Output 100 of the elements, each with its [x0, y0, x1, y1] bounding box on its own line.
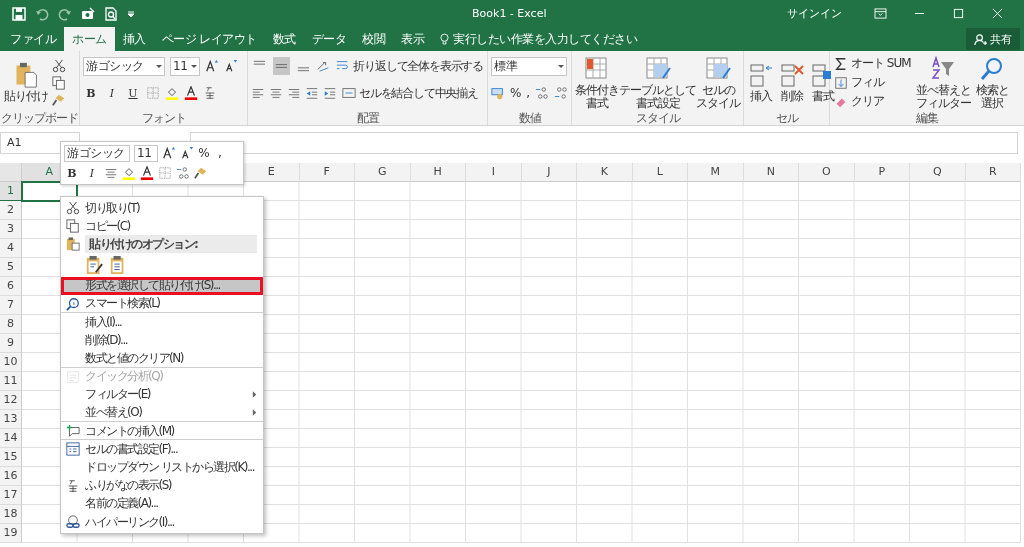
font-size-dropdown[interactable]: 11 — [134, 144, 158, 162]
align-right-icon[interactable] — [287, 86, 301, 100]
row-header[interactable]: 12 — [0, 391, 22, 410]
menu-item[interactable]: セルの書式設定(F)... — [85, 440, 257, 458]
comma-button[interactable]: , — [525, 86, 530, 100]
percent-button[interactable]: % — [510, 86, 521, 100]
increase-indent-icon[interactable] — [323, 86, 337, 100]
ribbon-tab[interactable]: 表示 — [393, 27, 433, 51]
row-header[interactable]: 13 — [0, 410, 22, 429]
row-header[interactable]: 4 — [0, 239, 22, 258]
font-style-button[interactable]: I — [104, 86, 120, 100]
ribbon-tab[interactable]: データ — [303, 27, 355, 51]
menu-item[interactable]: ふりがなの表示(S) — [85, 477, 257, 495]
menu-item[interactable]: コピー(C) — [85, 217, 257, 235]
column-header[interactable]: F — [299, 163, 355, 182]
redo-icon[interactable] — [58, 6, 72, 21]
column-header[interactable]: L — [632, 163, 688, 182]
orientation-icon[interactable] — [316, 59, 331, 73]
font-style-button[interactable]: U — [125, 86, 141, 100]
shrink-font-icon[interactable] — [180, 146, 194, 160]
ribbon-display-icon[interactable] — [874, 8, 887, 19]
menu-item[interactable]: 挿入(I)... — [85, 313, 257, 331]
font-name-dropdown[interactable]: 游ゴシック — [83, 56, 165, 76]
row-header[interactable]: 14 — [0, 429, 22, 448]
row-header[interactable]: 11 — [0, 372, 22, 391]
row-header[interactable]: 17 — [0, 486, 22, 505]
row-header[interactable]: 3 — [0, 220, 22, 239]
format-painter-icon[interactable] — [52, 92, 66, 107]
find-select-button[interactable]: 検索と 選択 — [974, 55, 1010, 110]
font-color-icon[interactable] — [140, 166, 154, 180]
font-size-dropdown[interactable]: 11 — [170, 56, 200, 76]
column-header[interactable]: O — [799, 163, 855, 182]
font-style-button[interactable]: B — [64, 166, 80, 180]
row-header[interactable]: 10 — [0, 353, 22, 372]
share-button[interactable]: 共有 — [966, 28, 1020, 50]
shrink-font-icon[interactable] — [224, 59, 238, 73]
decrease-indent-icon[interactable] — [305, 86, 319, 100]
sign-in-link[interactable]: サインイン — [787, 6, 842, 21]
ribbon-tab[interactable]: 数式 — [264, 27, 304, 51]
row-header[interactable]: 8 — [0, 315, 22, 334]
row-header[interactable]: 16 — [0, 467, 22, 486]
ribbon-tab[interactable]: 挿入 — [114, 27, 154, 51]
cells-button[interactable]: 挿入 — [747, 62, 775, 103]
menu-item[interactable]: 切り取り(T) — [85, 199, 257, 217]
comma-button[interactable]: , — [214, 146, 226, 160]
undo-icon[interactable] — [35, 6, 49, 21]
menu-item[interactable]: 名前の定義(A)... — [85, 495, 257, 513]
style-button[interactable]: 条件付き 書式 — [575, 55, 619, 110]
style-button[interactable]: セルの スタイル — [696, 55, 740, 110]
currency-icon[interactable] — [491, 86, 505, 100]
row-header[interactable]: 18 — [0, 505, 22, 524]
menu-item[interactable]: フィルター(E) — [85, 386, 249, 404]
font-style-button[interactable]: B — [83, 86, 99, 100]
tell-me-field[interactable]: 実行したい作業を入力してください — [453, 31, 674, 47]
row-header[interactable]: 6 — [0, 277, 22, 296]
column-header[interactable]: P — [854, 163, 910, 182]
font-style-button[interactable]: I — [84, 166, 100, 180]
ribbon-tab[interactable]: ページ レイアウト — [153, 27, 265, 51]
menu-item[interactable]: 並べ替え(O) — [85, 404, 249, 422]
column-header[interactable]: M — [688, 163, 744, 182]
column-header[interactable]: N — [743, 163, 799, 182]
align-center-icon[interactable] — [269, 86, 283, 100]
column-header[interactable]: J — [521, 163, 577, 182]
row-header[interactable]: 19 — [0, 524, 22, 543]
column-header[interactable]: R — [965, 163, 1021, 182]
ribbon-tab[interactable]: 校閲 — [354, 27, 394, 51]
column-header[interactable]: Q — [910, 163, 966, 182]
close-icon[interactable] — [991, 8, 1004, 19]
grow-font-icon[interactable] — [162, 146, 176, 160]
menu-item[interactable]: スマート検索(L) — [85, 295, 257, 313]
camera-icon[interactable] — [81, 6, 95, 21]
increase-decimal-icon[interactable] — [535, 86, 549, 100]
align-center-icon[interactable] — [104, 166, 118, 180]
font-name-dropdown[interactable]: 游ゴシック — [64, 144, 130, 162]
ribbon-tab[interactable]: ホーム — [64, 27, 115, 51]
menu-item[interactable]: ドロップダウン リストから選択(K)... — [85, 459, 257, 477]
cells-button[interactable]: 削除 — [778, 62, 806, 103]
column-header[interactable]: E — [244, 163, 300, 182]
vertical-align-icon[interactable] — [272, 57, 290, 75]
copy-icon[interactable] — [52, 75, 66, 90]
scissors-icon[interactable] — [52, 58, 66, 73]
maximize-icon[interactable] — [952, 8, 965, 19]
row-header[interactable]: 9 — [0, 334, 22, 353]
font-color-icon[interactable] — [184, 86, 198, 100]
wrap-text-button[interactable]: 折り返して全体を表示する — [335, 57, 484, 75]
decrease-decimal-icon[interactable] — [554, 86, 568, 100]
column-header[interactable]: K — [577, 163, 633, 182]
menu-item[interactable]: 数式と値のクリア(N) — [85, 349, 257, 367]
row-header[interactable]: 7 — [0, 296, 22, 315]
row-header[interactable]: 1 — [0, 182, 22, 201]
fill-color-icon[interactable] — [122, 166, 136, 180]
column-header[interactable]: G — [355, 163, 411, 182]
increase-decimal-icon[interactable] — [176, 166, 190, 180]
paste-button[interactable]: 貼り付け — [3, 62, 49, 103]
menu-item[interactable]: ハイパーリンク(I)... — [85, 513, 257, 531]
percent-button[interactable]: % — [198, 146, 210, 160]
menu-item[interactable]: 削除(D)... — [85, 331, 257, 349]
row-header[interactable]: 2 — [0, 201, 22, 220]
fill-color-icon[interactable] — [165, 86, 179, 100]
row-header[interactable]: 5 — [0, 258, 22, 277]
